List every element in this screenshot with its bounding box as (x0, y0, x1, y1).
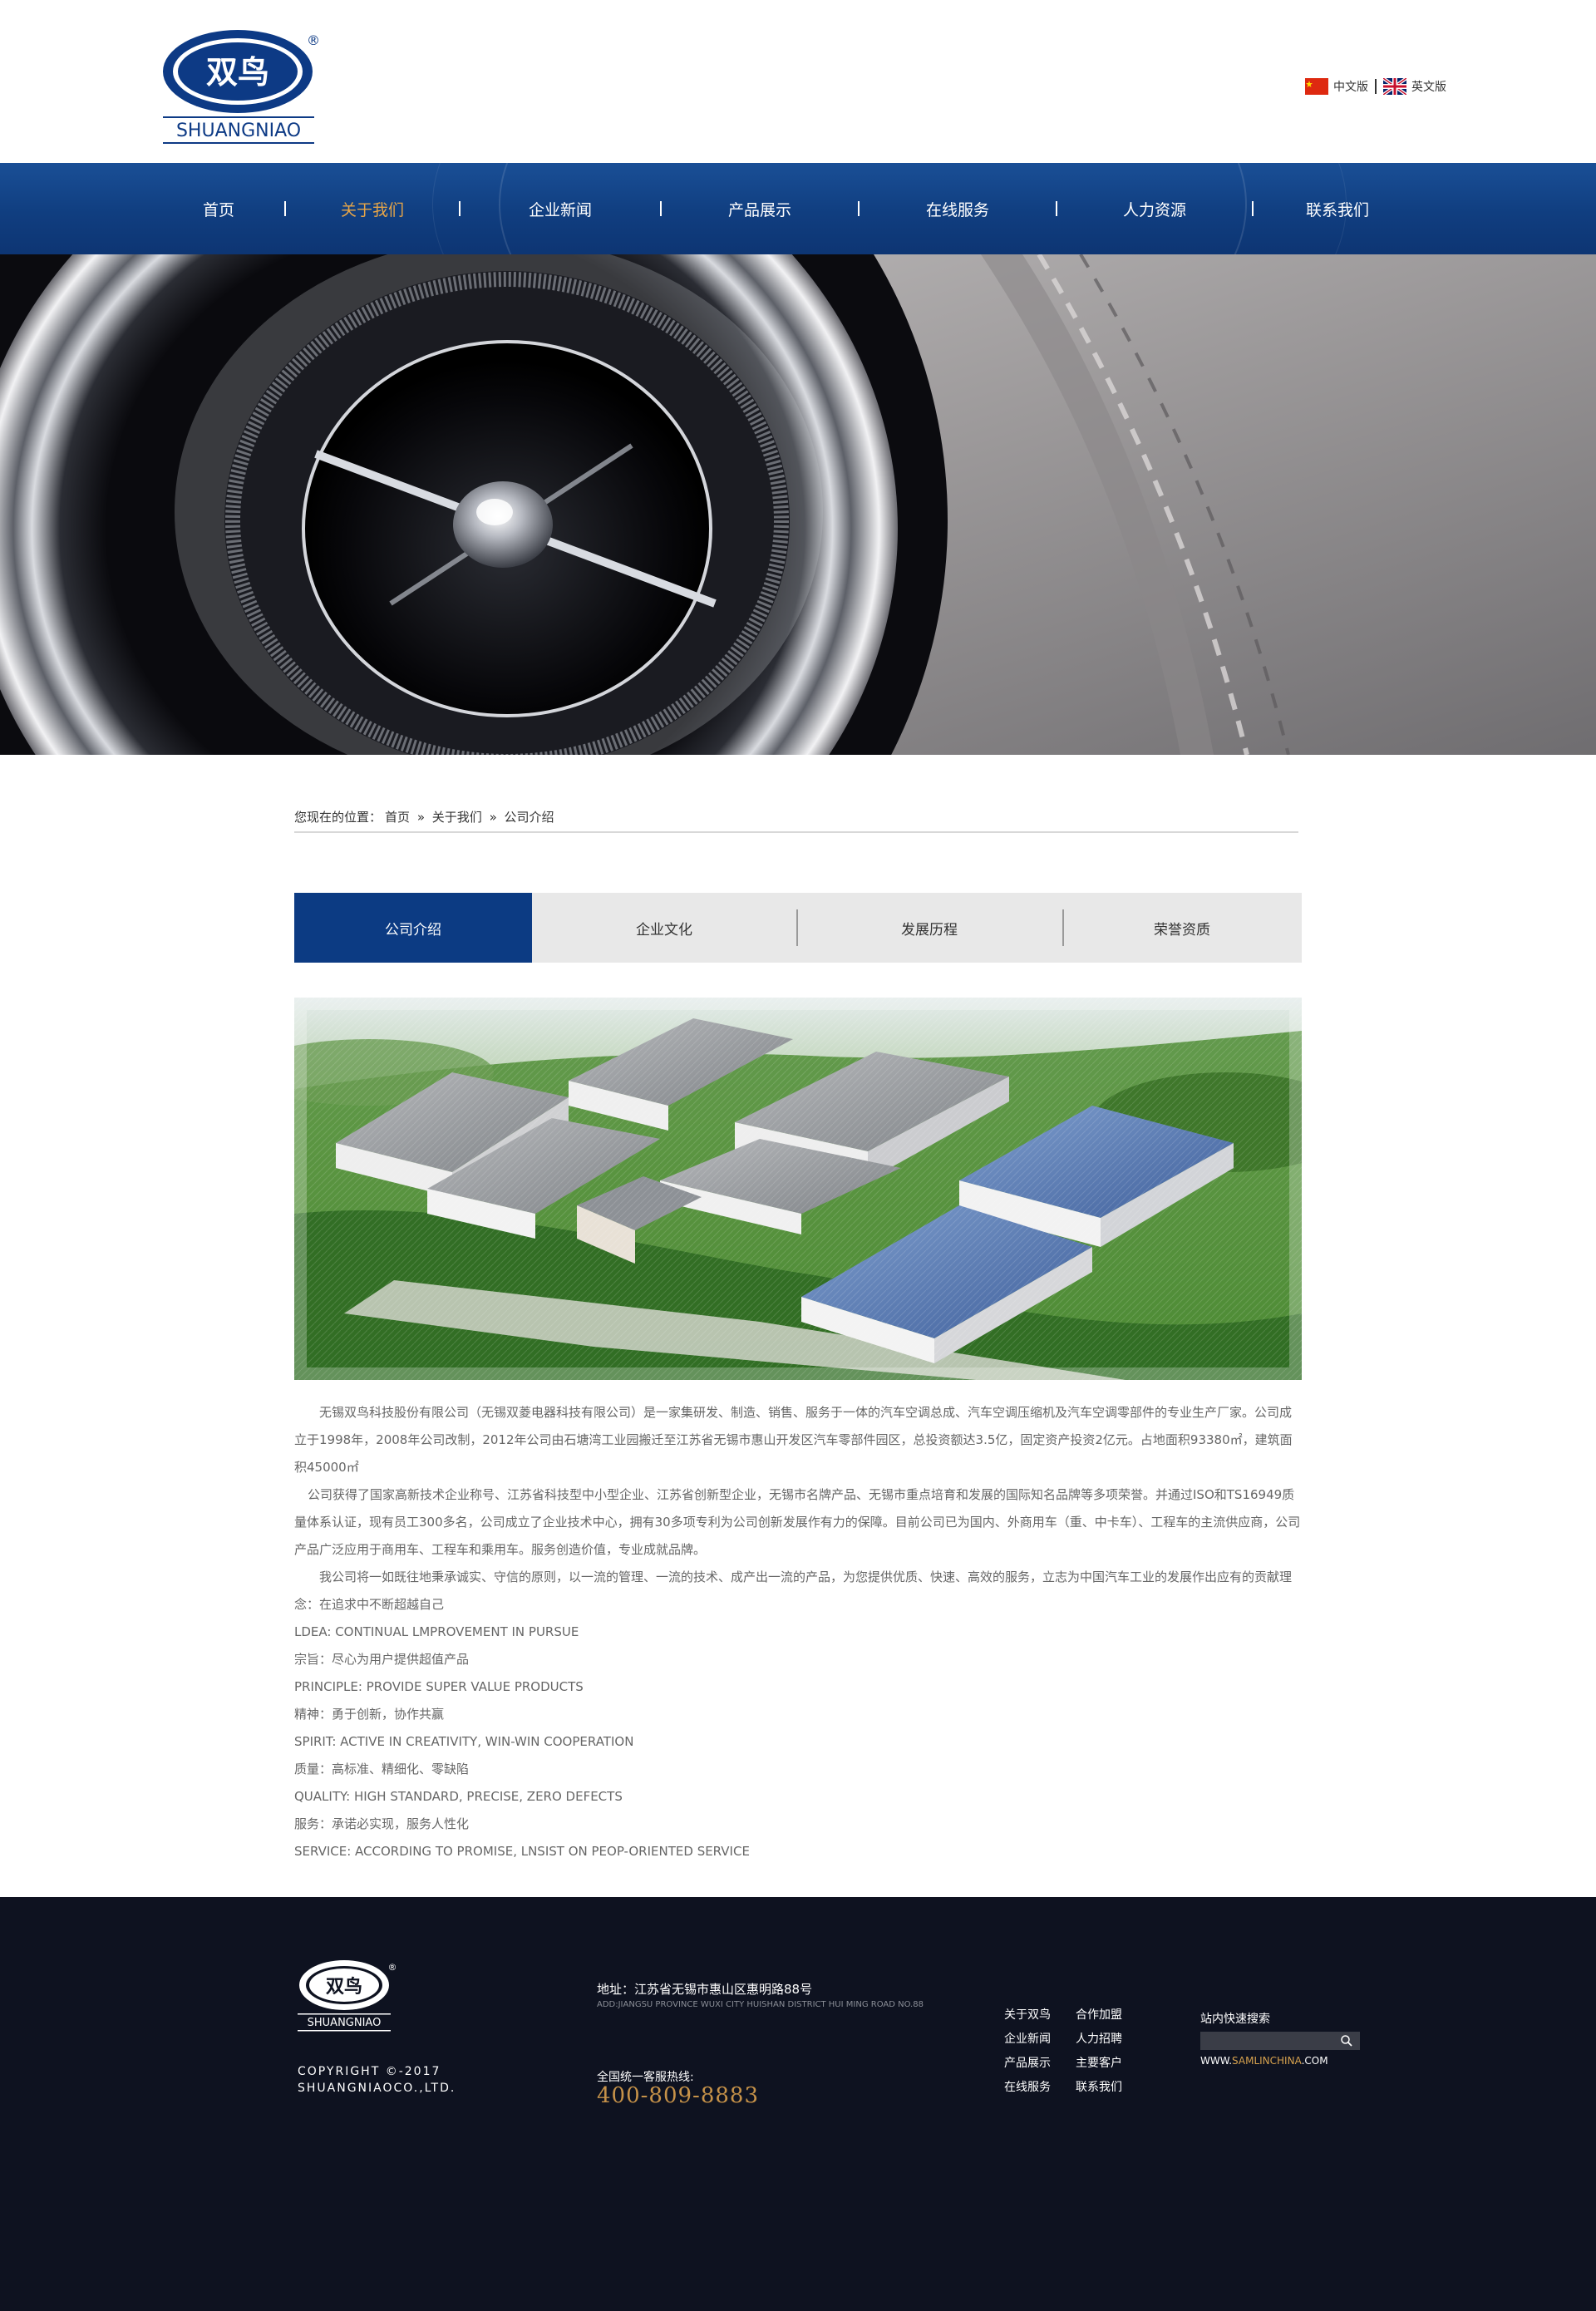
company-intro-article: 无锡双鸟科技股份有限公司（无锡双菱电器科技有限公司）是一家集研发、制造、销售、服… (294, 1399, 1302, 1865)
nav-item-about[interactable]: 关于我们 (286, 198, 459, 220)
about-tabs: 公司介绍 企业文化 发展历程 荣誉资质 (294, 893, 1302, 963)
nav-item-hr[interactable]: 人力资源 (1057, 198, 1252, 220)
footer-link-jobs[interactable]: 人力招聘 (1076, 2031, 1142, 2048)
hero-banner-image (0, 254, 1596, 755)
footer-logo[interactable]: 双鸟 ® SHUANGNIAO (298, 1959, 397, 2037)
search-label: 站内快速搜索 (1200, 2013, 1270, 2026)
intro-paragraph: 无锡双鸟科技股份有限公司（无锡双菱电器科技有限公司）是一家集研发、制造、销售、服… (294, 1405, 1293, 1475)
value-line-service-en: SERVICE: ACCORDING TO PROMISE, LNSIST ON… (294, 1844, 750, 1859)
search-icon[interactable] (1340, 2034, 1353, 2051)
nav-item-news[interactable]: 企业新闻 (461, 198, 660, 220)
svg-text:SHUANGNIAO: SHUANGNIAO (176, 121, 301, 141)
nav-item-home[interactable]: 首页 (166, 198, 271, 220)
breadcrumb-item-about[interactable]: 关于我们 (432, 810, 482, 825)
footer-link-contact[interactable]: 联系我们 (1076, 2079, 1142, 2097)
breadcrumb: 您现在的位置： 首页 » 关于我们 » 公司介绍 (294, 808, 1298, 833)
hotline-number[interactable]: 400-809-8883 (597, 2083, 759, 2108)
nav-item-service[interactable]: 在线服务 (860, 198, 1056, 220)
breadcrumb-item-current: 公司介绍 (504, 810, 554, 825)
footer-site-link[interactable]: WWW.SAMLINCHINA.COM (1200, 2055, 1328, 2067)
lang-chinese[interactable]: 中文版 (1333, 78, 1368, 95)
factory-aerial-image (294, 998, 1302, 1380)
value-line-service: 服务：承诺必实现，服务人性化 (294, 1816, 470, 1831)
breadcrumb-prefix: 您现在的位置： (294, 810, 382, 825)
footer-link-about[interactable]: 关于双鸟 (1004, 2007, 1076, 2024)
value-line-idea-en: LDEA: CONTINUAL LMPROVEMENT IN PURSUE (294, 1624, 579, 1639)
intro-paragraph: 我公司将一如既往地秉承诚实、守信的原则，以一流的管理、一流的技术、成产出一流的产… (294, 1569, 1293, 1612)
breadcrumb-divider (294, 831, 1298, 833)
tab-divider (1062, 909, 1064, 946)
main-nav: 首页 关于我们 企业新闻 产品展示 在线服务 人力资源 联系我们 (0, 163, 1596, 254)
tab-corporate-culture[interactable]: 企业文化 (532, 893, 796, 963)
intro-paragraph: 公司获得了国家高新技术企业称号、江苏省科技型中小型企业、江苏省创新型企业，无锡市… (294, 1487, 1301, 1557)
breadcrumb-item-home[interactable]: 首页 (385, 810, 410, 825)
cn-flag-icon (1305, 78, 1328, 95)
footer-address-en: ADD:JIANGSU PROVINCE WUXI CITY HUISHAN D… (597, 2000, 924, 2009)
uk-flag-icon (1383, 78, 1406, 95)
footer-link-news[interactable]: 企业新闻 (1004, 2031, 1076, 2048)
svg-text:®: ® (307, 32, 319, 48)
brand-logo[interactable]: 双鸟 ® SHUANGNIAO (161, 28, 319, 146)
footer-link-products[interactable]: 产品展示 (1004, 2055, 1076, 2072)
value-line-quality: 质量：高标准、精细化、零缺陷 (294, 1762, 470, 1776)
lang-divider (1375, 79, 1377, 94)
site-header: 双鸟 ® SHUANGNIAO 中文版 英文版 (0, 0, 1596, 163)
svg-text:®: ® (388, 1962, 397, 1973)
tab-divider (796, 909, 798, 946)
hotline-label: 全国统一客服热线: (597, 2071, 694, 2084)
tab-history[interactable]: 发展历程 (796, 893, 1062, 963)
svg-text:双鸟: 双鸟 (326, 1976, 362, 1998)
value-line-spirit: 精神：勇于创新，协作共赢 (294, 1707, 445, 1722)
value-line-purpose: 宗旨：尽心为用户提供超值产品 (294, 1652, 470, 1667)
tab-company-intro[interactable]: 公司介绍 (294, 893, 532, 963)
footer-address: 地址：江苏省无锡市惠山区惠明路88号 (597, 1982, 813, 1997)
nav-item-products[interactable]: 产品展示 (662, 198, 858, 220)
site-search-input[interactable] (1200, 2032, 1360, 2050)
value-line-principle-en: PRINCIPLE: PROVIDE SUPER VALUE PRODUCTS (294, 1679, 584, 1694)
value-line-quality-en: QUALITY: HIGH STANDARD, PRECISE, ZERO DE… (294, 1789, 623, 1804)
svg-text:双鸟: 双鸟 (206, 54, 269, 91)
nav-item-contact[interactable]: 联系我们 (1254, 198, 1421, 220)
breadcrumb-separator: » (416, 810, 425, 825)
tab-honors[interactable]: 荣誉资质 (1062, 893, 1302, 963)
site-footer: 双鸟 ® SHUANGNIAO COPYRIGHT ©-2017 SHUANGN… (0, 1897, 1596, 2311)
footer-link-service[interactable]: 在线服务 (1004, 2079, 1076, 2097)
footer-link-franchise[interactable]: 合作加盟 (1076, 2007, 1142, 2024)
lang-english[interactable]: 英文版 (1411, 78, 1446, 95)
value-line-spirit-en: SPIRIT: ACTIVE IN CREATIVITY, WIN-WIN CO… (294, 1734, 634, 1749)
footer-link-clients[interactable]: 主要客户 (1076, 2055, 1142, 2072)
footer-links: 关于双鸟 合作加盟 企业新闻 人力招聘 产品展示 主要客户 在线服务 联系我们 (1004, 2007, 1142, 2097)
breadcrumb-separator: » (489, 810, 497, 825)
language-switcher: 中文版 英文版 (1305, 78, 1446, 95)
svg-text:SHUANGNIAO: SHUANGNIAO (308, 2017, 382, 2029)
copyright: COPYRIGHT ©-2017 SHUANGNIAOCO.,LTD. (298, 2065, 456, 2095)
